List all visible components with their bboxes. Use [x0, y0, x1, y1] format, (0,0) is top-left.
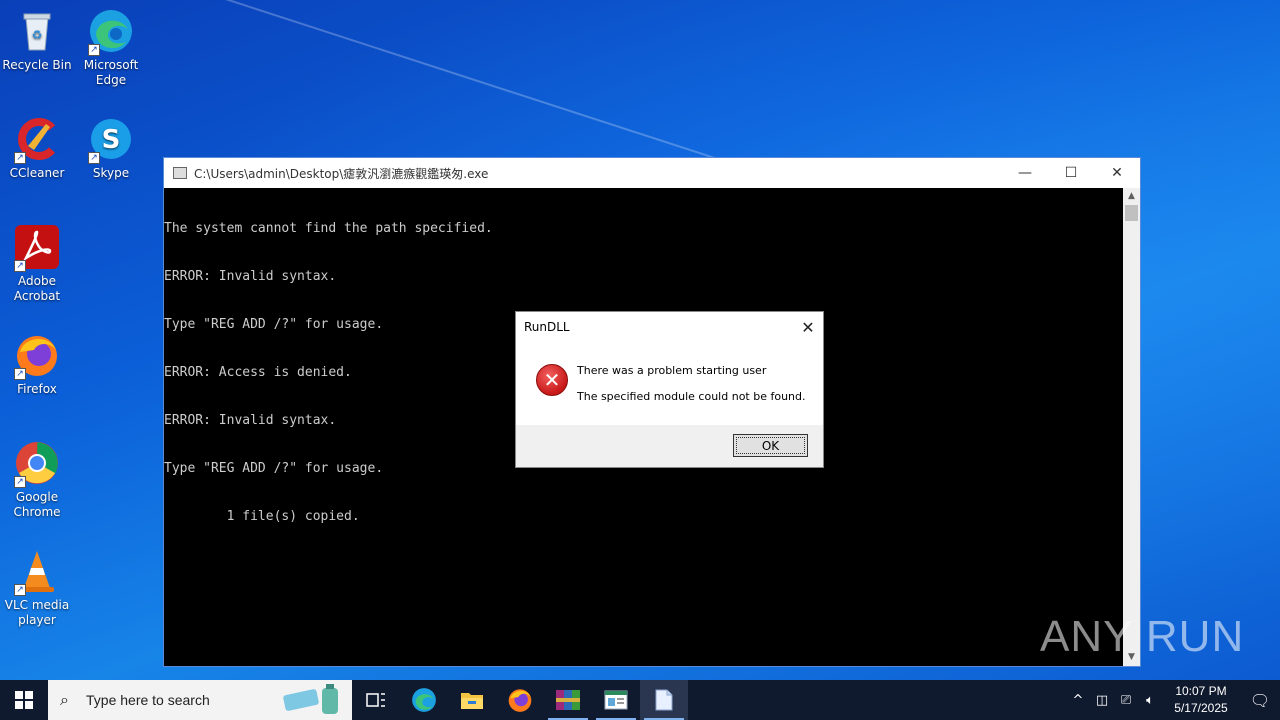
close-icon: ✕ [801, 317, 815, 337]
taskbar-console[interactable] [640, 680, 688, 720]
firefox-icon [508, 689, 532, 712]
shortcut-arrow-icon: ↗ [88, 44, 100, 56]
console-title: C:\Users\admin\Desktop\瘧敦汎瀏漉瘯觀鑑瑛匆.exe [194, 166, 489, 181]
svg-text:♻: ♻ [32, 28, 43, 42]
minimize-icon: — [1018, 165, 1032, 181]
svg-text:S: S [102, 125, 121, 155]
folder-icon [461, 693, 483, 709]
console-line: The system cannot find the path specifie… [164, 221, 493, 236]
dialog-titlebar[interactable]: RunDLL ✕ [516, 312, 823, 342]
taskbar: ⌕ Type here to search ^ ◫ ⎚ 🔈︎ 10:07 PM … [0, 680, 1280, 720]
maximize-icon: ☐ [1064, 165, 1078, 181]
desktop-icon-adobe-acrobat[interactable]: ↗ Adobe Acrobat [1, 224, 73, 304]
desktop-icon-ccleaner[interactable]: ↗ CCleaner [1, 116, 73, 181]
clock[interactable]: 10:07 PM 5/17/2025 [1162, 683, 1240, 717]
dialog-body: ✕ There was a problem starting user The … [516, 342, 823, 427]
taskbar-edge[interactable] [400, 680, 448, 720]
windows-logo-icon [15, 691, 33, 709]
clock-date: 5/17/2025 [1174, 701, 1228, 715]
edge-icon: ↗ [88, 8, 134, 56]
edge-icon [412, 688, 436, 712]
shortcut-arrow-icon: ↗ [14, 584, 26, 596]
chrome-icon: ↗ [14, 440, 60, 488]
task-view-button[interactable] [352, 680, 400, 720]
scrollbar-thumb[interactable] [1125, 205, 1138, 221]
desktop-icon-label: VLC media player [4, 598, 70, 627]
start-button[interactable] [0, 680, 48, 720]
desktop-icon-label: Skype [92, 166, 130, 180]
firefox-icon: ↗ [14, 332, 60, 380]
desktop-icon-google-chrome[interactable]: ↗ Google Chrome [1, 440, 73, 520]
acrobat-icon: ↗ [14, 224, 60, 272]
rundll-dialog[interactable]: RunDLL ✕ ✕ There was a problem starting … [515, 311, 824, 468]
desktop-icon-skype[interactable]: S ↗ Skype [75, 116, 147, 181]
desktop-icon-label: Microsoft Edge [83, 58, 139, 87]
dialog-message-secondary: The specified module could not be found. [577, 390, 806, 403]
desktop-icon-label: Firefox [17, 382, 57, 396]
ccleaner-icon: ↗ [14, 116, 60, 164]
taskbar-app-window[interactable] [592, 680, 640, 720]
console-line: 1 file(s) copied. [164, 509, 360, 524]
winrar-books-icon [556, 690, 580, 710]
shortcut-arrow-icon: ↗ [14, 476, 26, 488]
network-icon[interactable]: ⎚ [1114, 693, 1138, 708]
close-button[interactable]: ✕ [1094, 158, 1140, 188]
volume-icon[interactable]: 🔈︎ [1138, 693, 1162, 708]
taskbar-search-box[interactable]: ⌕ Type here to search [48, 680, 352, 720]
desktop-icon-label: CCleaner [9, 166, 65, 180]
console-app-icon [173, 167, 187, 179]
console-titlebar[interactable]: C:\Users\admin\Desktop\瘧敦汎瀏漉瘯觀鑑瑛匆.exe — … [164, 158, 1140, 188]
clock-time: 10:07 PM [1175, 684, 1227, 698]
task-view-icon [366, 693, 385, 707]
console-line: ERROR: Invalid syntax. [164, 269, 337, 284]
meet-now-icon[interactable]: ◫ [1090, 693, 1114, 708]
dialog-title: RunDLL [524, 320, 570, 334]
desktop-icon-recycle-bin[interactable]: ♻ Recycle Bin [1, 8, 73, 73]
dialog-close-button[interactable]: ✕ [793, 312, 823, 342]
skype-icon: S ↗ [88, 116, 134, 164]
close-icon: ✕ [1111, 165, 1123, 181]
shortcut-arrow-icon: ↗ [14, 368, 26, 380]
desktop-icon-vlc[interactable]: ↗ VLC media player [1, 548, 73, 628]
scroll-up-arrow-icon[interactable]: ▲ [1123, 188, 1140, 205]
taskbar-firefox[interactable] [496, 680, 544, 720]
vlc-cone-icon: ↗ [14, 548, 60, 596]
desktop-icon-label: Recycle Bin [2, 58, 72, 72]
notification-icon[interactable]: 🗨︎ [1240, 691, 1280, 710]
ok-button[interactable]: OK [733, 434, 808, 457]
error-icon: ✕ [536, 364, 568, 396]
dialog-footer: OK [516, 425, 823, 467]
taskbar-file-explorer[interactable] [448, 680, 496, 720]
console-scrollbar[interactable]: ▲ ▼ [1123, 188, 1140, 666]
app-window-icon [604, 690, 628, 710]
dialog-message-primary: There was a problem starting user [577, 364, 767, 377]
taskbar-winrar[interactable] [544, 680, 592, 720]
document-icon [655, 689, 673, 711]
desktop-icon-firefox[interactable]: ↗ Firefox [1, 332, 73, 397]
recycle-bin-icon: ♻ [14, 8, 60, 54]
search-icon: ⌕ [60, 690, 69, 709]
shortcut-arrow-icon: ↗ [14, 152, 26, 164]
desktop-icon-label: Google Chrome [13, 490, 61, 519]
maximize-button[interactable]: ☐ [1048, 158, 1094, 188]
search-placeholder: Type here to search [86, 692, 210, 708]
desktop-icon-label: Adobe Acrobat [13, 274, 61, 303]
search-highlight-travel-icon [283, 684, 338, 714]
minimize-button[interactable]: — [1002, 158, 1048, 188]
shortcut-arrow-icon: ↗ [14, 260, 26, 272]
system-tray: ^ ◫ ⎚ 🔈︎ 10:07 PM 5/17/2025 🗨︎ [1066, 680, 1280, 720]
anyrun-watermark: ANY RUN [1040, 612, 1245, 661]
shortcut-arrow-icon: ↗ [88, 152, 100, 164]
desktop-icon-edge[interactable]: ↗ Microsoft Edge [75, 8, 147, 88]
chevron-up-icon[interactable]: ^ [1066, 693, 1090, 708]
